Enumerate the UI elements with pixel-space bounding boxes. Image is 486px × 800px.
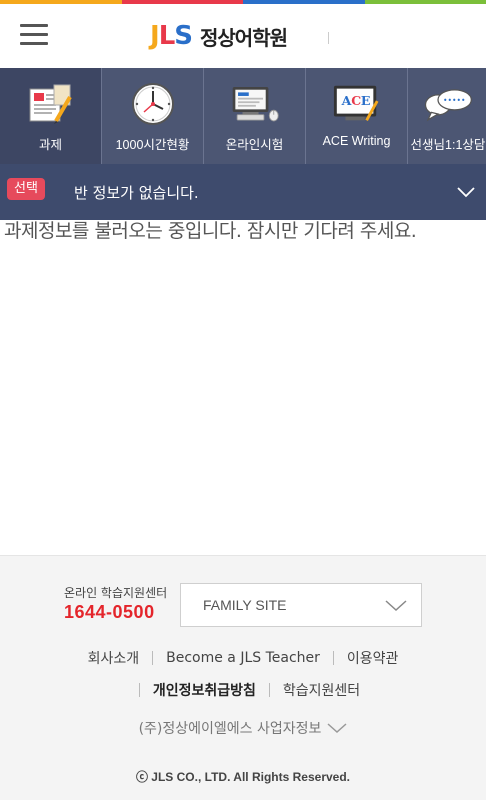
link-company-intro[interactable]: 회사소개 [88, 648, 140, 668]
svg-text:A: A [340, 93, 351, 108]
svg-text:E: E [360, 93, 370, 108]
select-badge: 선택 [7, 178, 45, 200]
menu-label: ACE Writing [322, 134, 391, 148]
computer-icon [230, 82, 280, 126]
link-separator [152, 651, 154, 665]
homework-icon [26, 82, 76, 126]
class-selector[interactable]: 선택 반 정보가 없습니다. [0, 164, 486, 220]
link-become-teacher[interactable]: Become a JLS Teacher [166, 650, 320, 666]
hamburger-menu-icon[interactable] [20, 24, 48, 46]
logo[interactable]: JLS 정상어학원 [150, 20, 288, 52]
menu-label: 과제 [38, 138, 62, 152]
menu-item-homework[interactable]: 과제 [0, 68, 102, 164]
menu-label: 선생님1:1상담 [410, 138, 486, 152]
main-menu: 과제 1000시간현황 온라인시험 A C E ACE Writing ••••… [0, 68, 486, 164]
svg-text:•••••: ••••• [443, 96, 466, 105]
chevron-down-icon [327, 723, 347, 734]
business-info-label: (주)정상에이엘에스 사업자정보 [138, 721, 322, 737]
chevron-down-icon[interactable] [456, 182, 476, 202]
footer-links-row1: 회사소개 Become a JLS Teacher 이용약관 [0, 648, 486, 668]
menu-item-online-test[interactable]: 온라인시험 [204, 68, 306, 164]
link-privacy-policy[interactable]: 개인정보취급방침 [153, 680, 256, 700]
link-separator [138, 683, 140, 697]
menu-label: 온라인시험 [225, 138, 284, 152]
support-center-label: 온라인 학습지원센터 [64, 586, 168, 600]
link-separator [268, 683, 270, 697]
footer: 온라인 학습지원센터 1644-0500 FAMILY SITE 회사소개 Be… [0, 555, 486, 800]
clock-icon [128, 82, 178, 126]
menu-item-teacher-chat[interactable]: ••••• 선생님1:1상담 [408, 68, 486, 164]
header-divider [328, 32, 329, 44]
family-site-select[interactable]: FAMILY SITE [180, 583, 422, 627]
logo-text: 정상어학원 [200, 25, 288, 50]
ace-writing-icon: A C E [332, 82, 382, 126]
link-separator [332, 651, 334, 665]
support-phone[interactable]: 1644-0500 [64, 602, 155, 623]
menu-label: 1000시간현황 [115, 138, 190, 152]
family-site-label: FAMILY SITE [203, 597, 287, 613]
menu-item-1000-hours[interactable]: 1000시간현황 [102, 68, 204, 164]
svg-text:C: C [351, 93, 361, 108]
class-info-text: 반 정보가 없습니다. [74, 184, 199, 202]
footer-links-row2: 개인정보취급방침 학습지원센터 [0, 680, 486, 700]
business-info-toggle[interactable]: (주)정상에이엘에스 사업자정보 [0, 718, 486, 738]
link-terms[interactable]: 이용약관 [347, 648, 399, 668]
link-learning-support[interactable]: 학습지원센터 [283, 680, 360, 700]
chat-bubble-icon: ••••• [423, 82, 473, 126]
header: JLS 정상어학원 [0, 4, 486, 68]
copyright: ⓒ JLS CO., LTD. All Rights Reserved. [135, 770, 351, 784]
menu-item-ace-writing[interactable]: A C E ACE Writing [306, 68, 408, 164]
loading-message: 과제정보를 불러오는 중입니다. 잠시만 기다려 주세요. [4, 220, 417, 242]
logo-mark: JLS [150, 21, 193, 51]
chevron-down-icon [385, 600, 407, 612]
